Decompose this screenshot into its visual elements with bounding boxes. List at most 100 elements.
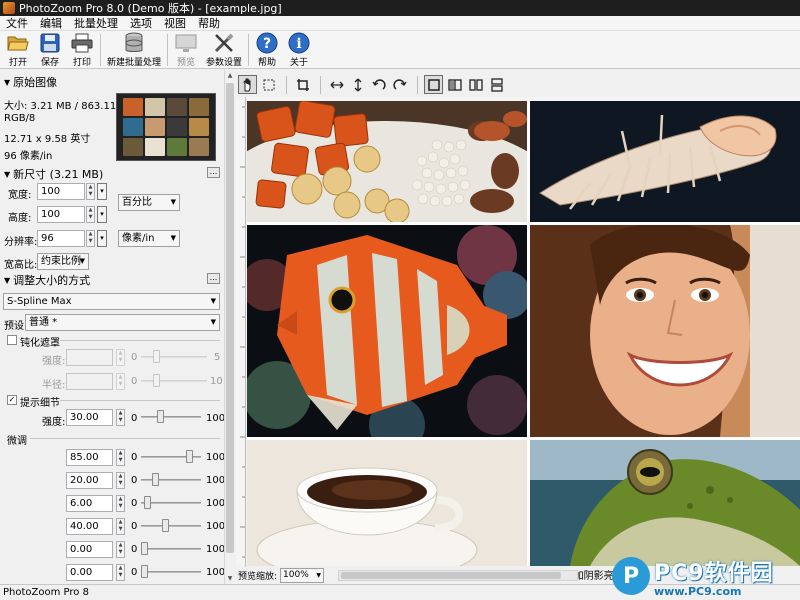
new-size-header[interactable]: ▼ 新尺寸 (3.21 MB) (4, 166, 103, 182)
side-by-side-button[interactable] (466, 75, 485, 94)
fine-tune-slider-1[interactable] (141, 472, 201, 488)
slider-knob[interactable] (141, 565, 148, 578)
fine-tune-spinner-5[interactable]: ▲ ▼ (116, 564, 125, 581)
scroll-down-icon[interactable]: ▼ (225, 573, 235, 584)
detail-strength-input[interactable]: 30.00 (66, 409, 113, 426)
width-spinner[interactable]: ▲ ▼ (86, 183, 95, 200)
params-button[interactable]: 参数设置 (202, 31, 246, 68)
menu-batch[interactable]: 批量处理 (68, 15, 124, 31)
resolution-unit-select[interactable]: 像素/in ▼ (118, 230, 180, 247)
resolution-spinner[interactable]: ▲ ▼ (86, 230, 95, 247)
aspect-select[interactable]: 约束比例 ▼ (37, 253, 89, 270)
fine-tune-slider-5[interactable] (141, 564, 201, 580)
detail-strength-slider[interactable] (141, 409, 201, 425)
rotate-right-button[interactable] (390, 75, 409, 94)
menu-view[interactable]: 视图 (158, 15, 192, 31)
resize-method-header[interactable]: ▼ 调整大小的方式 (4, 272, 90, 288)
scrollbar-thumb[interactable] (226, 83, 234, 553)
menu-edit[interactable]: 编辑 (34, 15, 68, 31)
fine-tune-input-1[interactable]: 20.00 (66, 472, 113, 489)
width-unit-dropdown[interactable]: ▾ (97, 183, 107, 200)
zoom-select[interactable]: 100% ▼ (280, 567, 325, 583)
scroll-up-icon[interactable]: ▲ (225, 70, 235, 81)
preset-select[interactable]: 普通 * ▼ (25, 314, 220, 331)
menu-file[interactable]: 文件 (0, 15, 34, 31)
width-input[interactable]: 100 (37, 183, 85, 200)
fine-tune-spinner-0[interactable]: ▲ ▼ (116, 449, 125, 466)
hand-tool-button[interactable] (238, 75, 257, 94)
unsharp-strength-spinner[interactable]: ▲ ▼ (116, 349, 125, 366)
print-button[interactable]: 打印 (66, 31, 98, 68)
fine-tune-input-5[interactable]: 0.00 (66, 564, 113, 581)
unsharp-radius-spinner[interactable]: ▲ ▼ (116, 373, 125, 390)
split-view-button[interactable] (445, 75, 464, 94)
detail-hint-label: 提示细节 (20, 398, 60, 409)
settings-scrollbar[interactable]: ▲ ▼ (224, 70, 235, 584)
fine-tune-slider-4[interactable] (141, 541, 201, 557)
slider-knob[interactable] (186, 450, 193, 463)
preview-button[interactable]: 预览 (170, 31, 202, 68)
height-input[interactable]: 100 (37, 206, 85, 223)
slider-knob[interactable] (162, 519, 169, 532)
unsharp-radius-slider[interactable] (141, 373, 207, 389)
slider-knob[interactable] (141, 542, 148, 555)
pc9-logo-icon: P (612, 557, 650, 595)
stacked-view-button[interactable] (487, 75, 506, 94)
scrollbar-thumb[interactable] (341, 571, 562, 579)
unsharp-radius-input[interactable] (66, 373, 113, 390)
fine-tune-spinner-2[interactable]: ▲ ▼ (116, 495, 125, 512)
menu-help[interactable]: 帮助 (192, 15, 226, 31)
svg-text:?: ? (263, 36, 271, 52)
fine-tune-input-4[interactable]: 0.00 (66, 541, 113, 558)
resolution-dropdown[interactable]: ▾ (97, 230, 107, 247)
preset-label: 预设: (4, 321, 28, 332)
flip-horizontal-button[interactable] (327, 75, 346, 94)
resolution-input[interactable]: 96 (37, 230, 85, 247)
rotate-left-button[interactable] (369, 75, 388, 94)
fine-tune-slider-2[interactable] (141, 495, 201, 511)
fine-tune-slider-3[interactable] (141, 518, 201, 534)
preview-hscrollbar[interactable] (338, 569, 579, 581)
slider-knob[interactable] (153, 350, 160, 363)
open-button[interactable]: 打开 (2, 31, 34, 68)
fine-tune-slider-0[interactable] (141, 449, 201, 465)
height-spinner[interactable]: ▲ ▼ (86, 206, 95, 223)
crop-tool-button[interactable] (293, 75, 312, 94)
fine-tune-input-2[interactable]: 6.00 (66, 495, 113, 512)
about-button[interactable]: i 关于 (283, 31, 315, 68)
help-button[interactable]: ? 帮助 (251, 31, 283, 68)
original-thumbnail (116, 93, 216, 161)
new-batch-button[interactable]: 新建批量处理 (103, 31, 165, 68)
detail-strength-spinner[interactable]: ▲ ▼ (116, 409, 125, 426)
slider-knob[interactable] (153, 374, 160, 387)
height-unit-dropdown[interactable]: ▾ (97, 206, 107, 223)
image-preview[interactable] (247, 101, 800, 566)
original-image-header[interactable]: ▼ 原始图像 (4, 74, 57, 90)
fine-tune-spinner-3[interactable]: ▲ ▼ (116, 518, 125, 535)
resize-method-select[interactable]: S-Spline Max ▼ (3, 293, 220, 310)
preview-photo-portrait (530, 225, 800, 437)
slider-knob[interactable] (157, 410, 164, 423)
resize-method-more-button[interactable]: ... (207, 273, 220, 284)
flip-vertical-button[interactable] (348, 75, 367, 94)
size-unit-select[interactable]: 百分比 ▼ (118, 194, 180, 211)
slider-knob[interactable] (144, 496, 151, 509)
single-view-button[interactable] (424, 75, 443, 94)
preview-toolbar (236, 72, 800, 97)
fine-tune-input-0[interactable]: 85.00 (66, 449, 113, 466)
detail-hint-checkbox[interactable]: ✓ (7, 395, 17, 405)
fine-tune-spinner-1[interactable]: ▲ ▼ (116, 472, 125, 489)
fine-tune-max-3: 100 (206, 521, 226, 532)
window-title: PhotoZoom Pro 8.0 (Demo 版本) - [example.j… (19, 2, 282, 15)
fine-tune-input-3[interactable]: 40.00 (66, 518, 113, 535)
unsharp-mask-checkbox[interactable] (7, 335, 17, 345)
unsharp-strength-slider[interactable] (141, 349, 207, 365)
menu-options[interactable]: 选项 (124, 15, 158, 31)
fine-tune-spinner-4[interactable]: ▲ ▼ (116, 541, 125, 558)
marquee-tool-button[interactable] (259, 75, 278, 94)
save-button[interactable]: 保存 (34, 31, 66, 68)
new-size-more-button[interactable]: ... (207, 167, 220, 178)
slider-knob[interactable] (152, 473, 159, 486)
unsharp-strength-input[interactable] (66, 349, 113, 366)
hand-icon (242, 78, 250, 91)
